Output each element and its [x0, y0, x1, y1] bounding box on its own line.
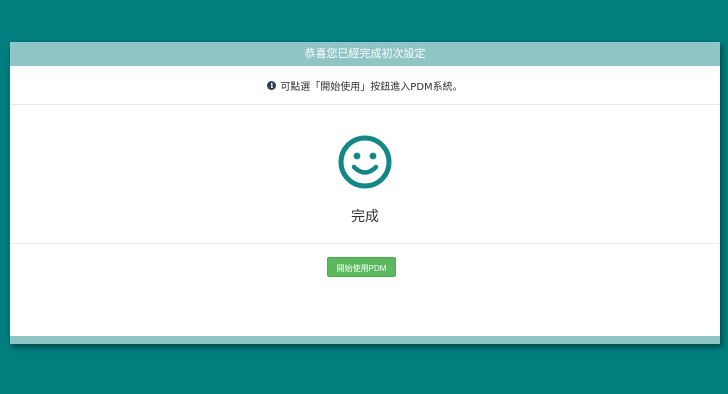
panel-header: 恭喜您已經完成初次設定 [10, 42, 720, 66]
divider [10, 243, 720, 244]
info-circle-icon: i [267, 80, 277, 90]
start-using-pdm-button[interactable]: 開始使用PDM [327, 257, 396, 277]
panel-title: 恭喜您已經完成初次設定 [304, 47, 426, 60]
status-illustration [10, 134, 720, 190]
smiley-icon [338, 135, 392, 189]
panel-footer [10, 336, 720, 344]
info-row: i 可點選「開始使用」按鈕進入PDM系統。 [10, 66, 720, 105]
info-message: 可點選「開始使用」按鈕進入PDM系統。 [280, 81, 463, 93]
status-label: 完成 [351, 209, 379, 225]
setup-complete-panel: 恭喜您已經完成初次設定 i 可點選「開始使用」按鈕進入PDM系統。 完成 開始使… [10, 42, 720, 344]
